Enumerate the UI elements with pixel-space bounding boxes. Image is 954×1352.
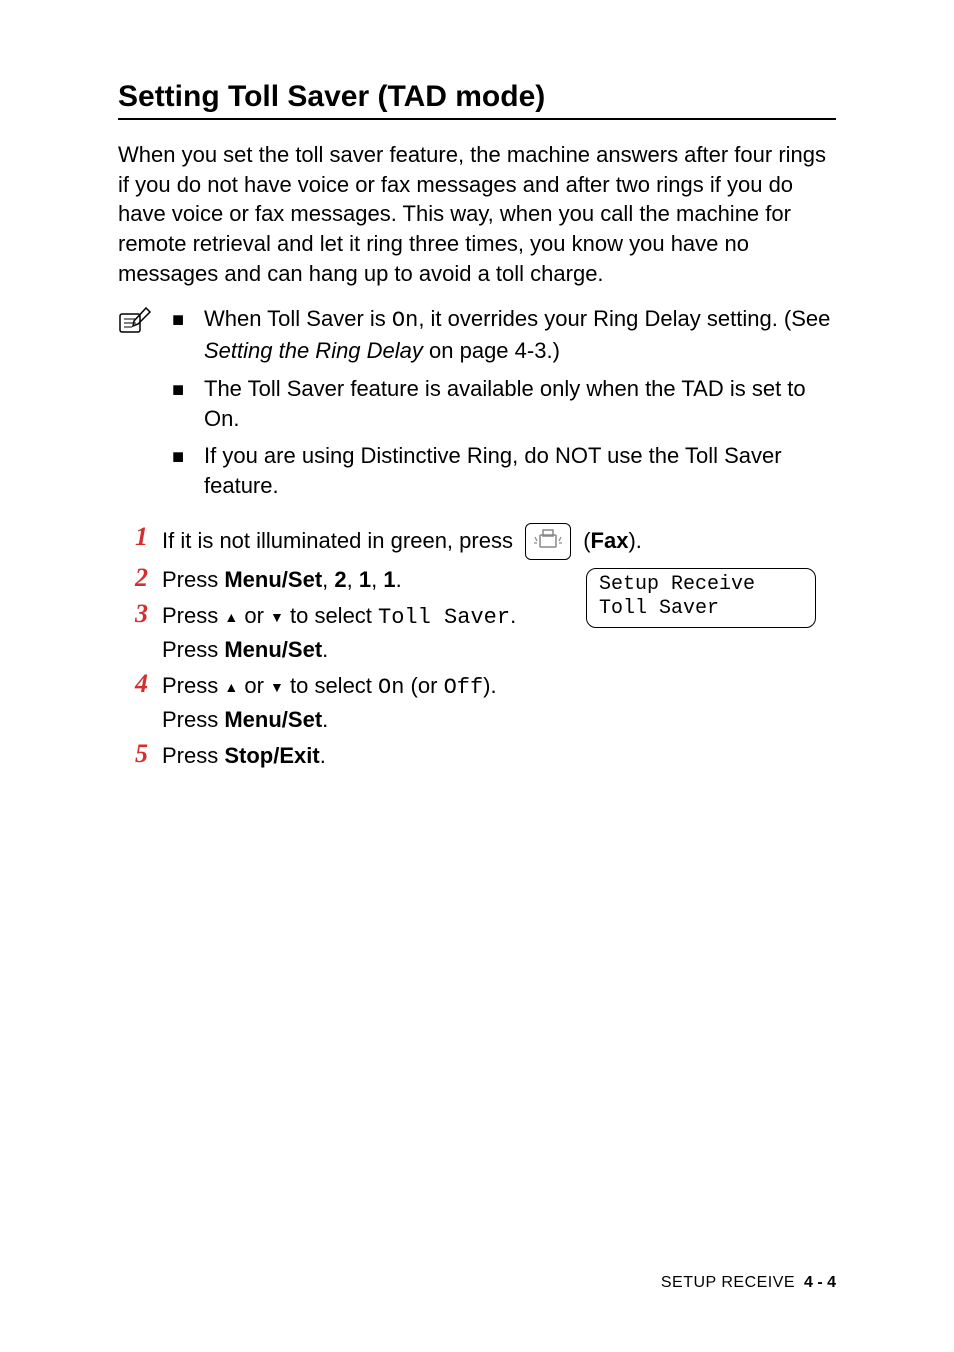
steps-list: 1 If it is not illuminated in green, pre…	[118, 521, 836, 772]
note-block: ■ When Toll Saver is On, it overrides yo…	[118, 304, 836, 508]
note-text-3: If you are using Distinctive Ring, do NO…	[204, 441, 836, 500]
section-heading: Setting Toll Saver (TAD mode)	[118, 80, 836, 120]
bullet-icon: ■	[172, 441, 190, 500]
footer-section-label: SETUP RECEIVE	[661, 1274, 795, 1291]
note-item-2: ■ The Toll Saver feature is available on…	[172, 374, 836, 433]
note-text-1: When Toll Saver is On, it overrides your…	[204, 304, 836, 365]
step-number: 3	[118, 598, 148, 629]
step-1: 1 If it is not illuminated in green, pre…	[118, 521, 836, 561]
intro-paragraph: When you set the toll saver feature, the…	[118, 140, 836, 288]
lcd-line-2: Toll Saver	[599, 597, 803, 621]
up-arrow-icon: ▲	[224, 677, 238, 697]
step-4: 4 Press ▲ or ▼ to select On (or Off). Pr…	[118, 668, 836, 736]
page-footer: SETUP RECEIVE 4 - 4	[661, 1274, 836, 1292]
step-5: 5 Press Stop/Exit.	[118, 738, 836, 772]
lcd-line-1: Setup Receive	[599, 573, 803, 597]
down-arrow-icon: ▼	[270, 677, 284, 697]
lcd-display: Setup Receive Toll Saver	[586, 568, 816, 628]
step-body: Press ▲ or ▼ to select On (or Off). Pres…	[162, 668, 836, 736]
down-arrow-icon: ▼	[270, 607, 284, 627]
note-pencil-icon	[118, 323, 154, 340]
note-item-3: ■ If you are using Distinctive Ring, do …	[172, 441, 836, 500]
step-body: If it is not illuminated in green, press…	[162, 521, 836, 561]
fax-icon	[525, 523, 571, 561]
bullet-icon: ■	[172, 374, 190, 433]
footer-page-number: 4 - 4	[804, 1274, 836, 1291]
step-number: 4	[118, 668, 148, 699]
bullet-icon: ■	[172, 304, 190, 365]
step-number: 2	[118, 562, 148, 593]
step-number: 5	[118, 738, 148, 769]
step-number: 1	[118, 521, 148, 552]
step-body: Press Stop/Exit.	[162, 738, 836, 772]
note-item-1: ■ When Toll Saver is On, it overrides yo…	[172, 304, 836, 365]
note-text-2: The Toll Saver feature is available only…	[204, 374, 836, 433]
up-arrow-icon: ▲	[224, 607, 238, 627]
